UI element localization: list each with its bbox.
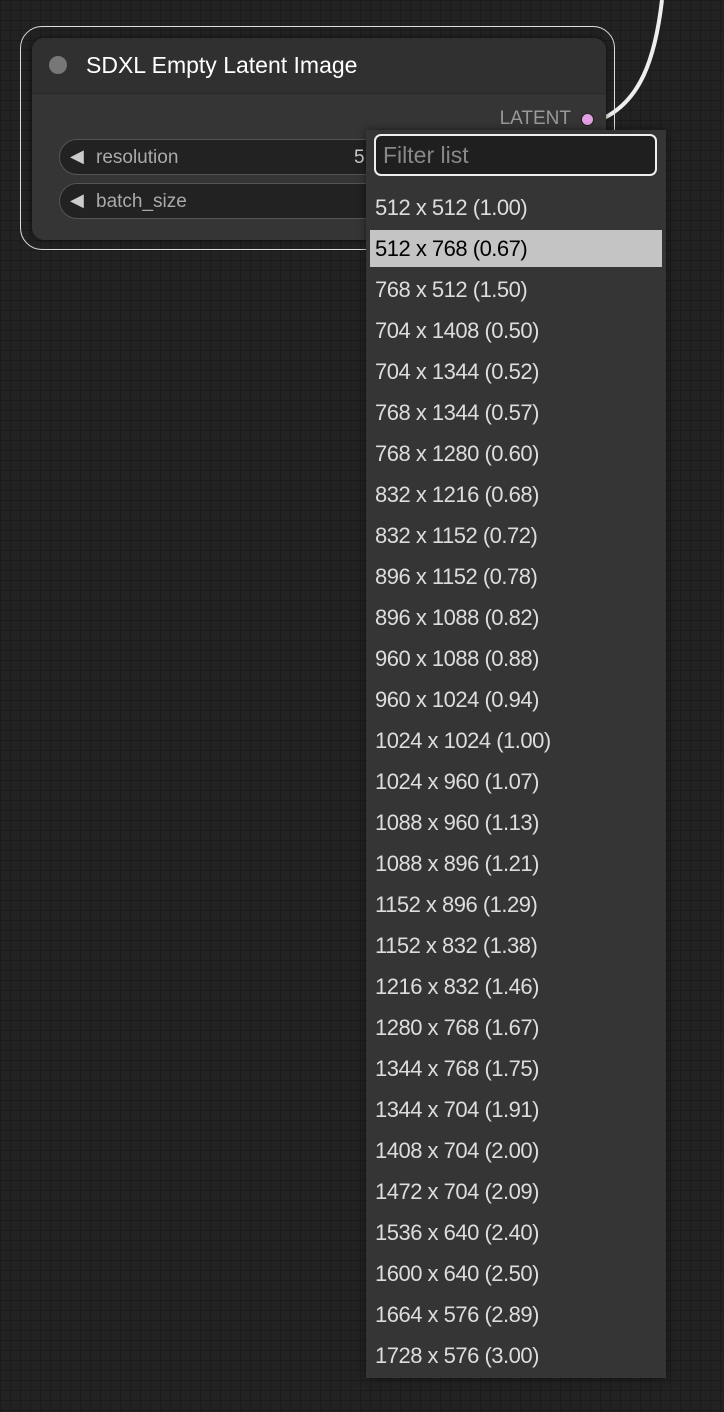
menu-items: 512 x 512 (1.00) 512 x 768 (0.67) 768 x 51… <box>370 189 662 1378</box>
node-title: SDXL Empty Latent Image <box>86 52 358 78</box>
menu-item[interactable]: 704 x 1344 (0.52) <box>370 353 662 390</box>
menu-item[interactable]: 768 x 512 (1.50) <box>370 271 662 308</box>
menu-item[interactable]: 1536 x 640 (2.40) <box>370 1214 662 1251</box>
menu-item[interactable]: 1344 x 768 (1.75) <box>370 1050 662 1087</box>
collapse-dot-icon[interactable] <box>49 56 67 74</box>
menu-item[interactable]: 768 x 1344 (0.57) <box>370 394 662 431</box>
menu-item[interactable]: 832 x 1152 (0.72) <box>370 517 662 554</box>
filter-list-input[interactable] <box>374 134 657 176</box>
menu-item[interactable]: 1152 x 832 (1.38) <box>370 927 662 964</box>
output-latent[interactable]: LATENT <box>500 108 594 130</box>
menu-item[interactable]: 704 x 1408 (0.50) <box>370 312 662 349</box>
menu-item[interactable]: 512 x 768 (0.67) <box>370 230 662 267</box>
menu-item[interactable]: 1728 x 576 (3.00) <box>370 1337 662 1374</box>
menu-item[interactable]: 960 x 1088 (0.88) <box>370 640 662 677</box>
menu-item[interactable]: 1472 x 704 (2.09) <box>370 1173 662 1210</box>
menu-item[interactable]: 960 x 1024 (0.94) <box>370 681 662 718</box>
node-title-bar[interactable]: SDXL Empty Latent Image <box>32 38 606 94</box>
resolution-dropdown-menu: 512 x 512 (1.00) 512 x 768 (0.67) 768 x 51… <box>366 130 666 1378</box>
widget-label: batch_size <box>96 191 187 212</box>
widget-label: resolution <box>96 147 179 168</box>
widget-value: 5 <box>354 147 365 168</box>
menu-item[interactable]: 512 x 512 (1.00) <box>370 189 662 226</box>
output-pin-icon[interactable] <box>581 112 594 126</box>
menu-item[interactable]: 1600 x 640 (2.50) <box>370 1255 662 1292</box>
output-label: LATENT <box>499 108 571 129</box>
menu-item[interactable]: 1344 x 704 (1.91) <box>370 1091 662 1128</box>
menu-item[interactable]: 1408 x 704 (2.00) <box>370 1132 662 1169</box>
decrement-arrow-icon[interactable]: ◀ <box>70 146 84 167</box>
menu-item[interactable]: 832 x 1216 (0.68) <box>370 476 662 513</box>
decrement-arrow-icon[interactable]: ◀ <box>70 190 84 211</box>
menu-item[interactable]: 768 x 1280 (0.60) <box>370 435 662 472</box>
menu-item[interactable]: 1088 x 896 (1.21) <box>370 845 662 882</box>
menu-item[interactable]: 1024 x 960 (1.07) <box>370 763 662 800</box>
menu-item[interactable]: 1280 x 768 (1.67) <box>370 1009 662 1046</box>
menu-item[interactable]: 1024 x 1024 (1.00) <box>370 722 662 759</box>
menu-item[interactable]: 1664 x 576 (2.89) <box>370 1296 662 1333</box>
menu-item[interactable]: 1088 x 960 (1.13) <box>370 804 662 841</box>
menu-item[interactable]: 1216 x 832 (1.46) <box>370 968 662 1005</box>
menu-item[interactable]: 896 x 1152 (0.78) <box>370 558 662 595</box>
menu-item[interactable]: 896 x 1088 (0.82) <box>370 599 662 636</box>
menu-item[interactable]: 1152 x 896 (1.29) <box>370 886 662 923</box>
